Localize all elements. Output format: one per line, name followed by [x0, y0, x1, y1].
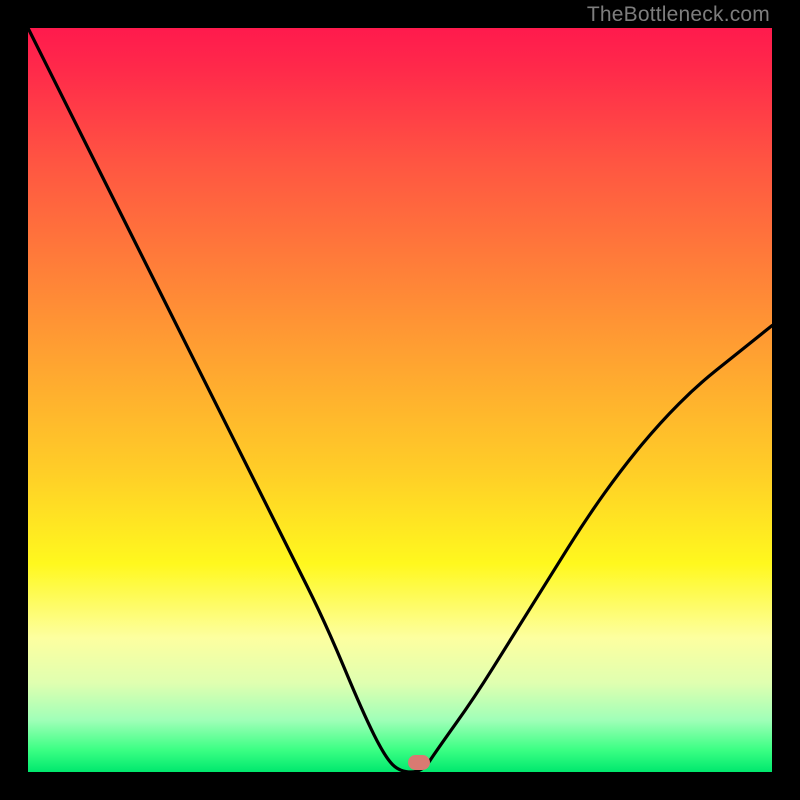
watermark-text: TheBottleneck.com — [587, 3, 770, 27]
optimal-point-marker — [408, 755, 430, 770]
bottleneck-curve — [28, 28, 772, 772]
